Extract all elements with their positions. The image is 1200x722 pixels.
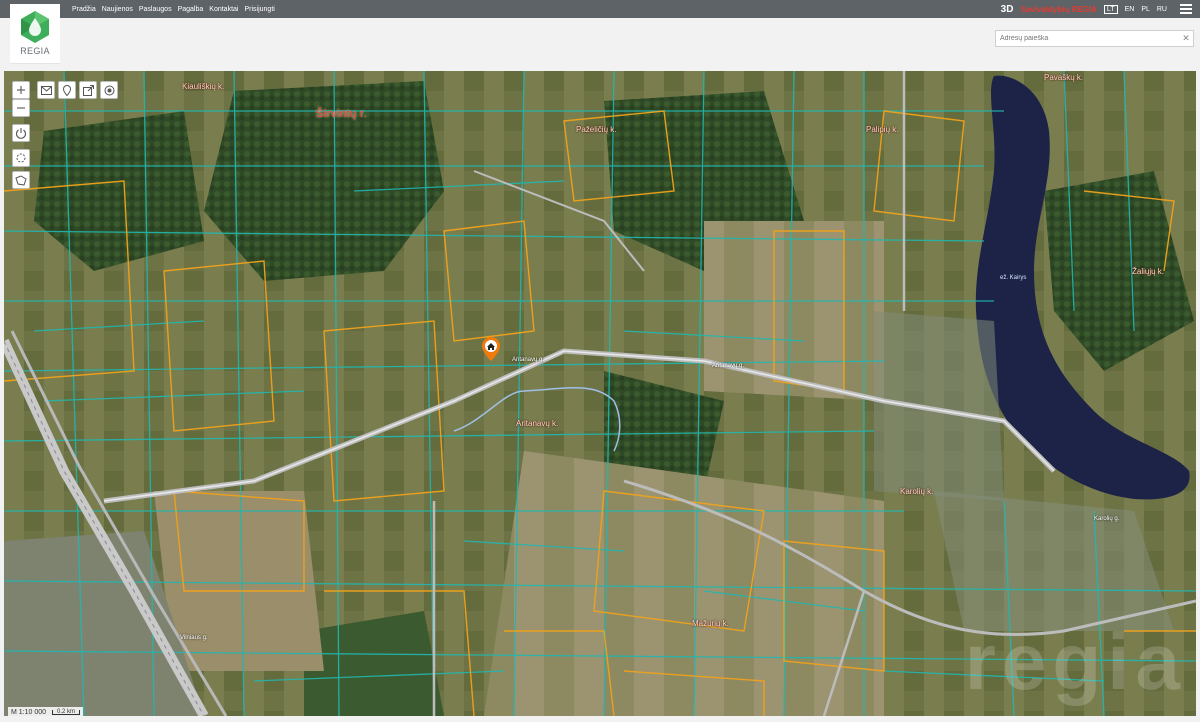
label-paliciu: Palipių k. [866,125,899,134]
nav-help[interactable]: Pagalba [178,6,204,13]
nav-news[interactable]: Naujienos [102,6,133,13]
scale-ratio: M 1:10 000 [11,708,47,716]
label-aritanavu: Aritanavų k. [516,419,559,428]
address-search[interactable]: ✕ [995,30,1194,47]
nav-home[interactable]: Pradžia [72,6,96,13]
lang-en[interactable]: EN [1125,6,1135,13]
label-pavasku: Pavaškų k. [1044,73,1084,82]
power-button[interactable] [12,124,30,142]
email-button[interactable] [37,81,55,99]
main-nav: Pradžia Naujienos Paslaugos Pagalba Kont… [72,0,275,18]
polygon-icon [15,174,27,186]
nav-login[interactable]: Prisijungti [244,6,274,13]
minus-icon [17,107,25,109]
share-button[interactable] [79,81,97,99]
zoom-in-button[interactable] [12,81,30,99]
regia-logo[interactable]: REGIA [10,4,60,64]
crosshair-icon [16,153,26,163]
external-link-icon [82,84,94,96]
close-icon[interactable]: ✕ [1179,33,1193,44]
nav-contacts[interactable]: Kontaktai [209,6,238,13]
lang-lt[interactable]: LT [1103,4,1118,14]
menu-icon[interactable] [1180,4,1192,14]
scale-bar: 0.2 km [52,709,81,715]
label-karolu: Karolių k. [900,487,934,496]
locate-button[interactable] [100,81,118,99]
measure-button[interactable] [12,149,30,167]
home-location-pin-icon[interactable] [482,337,500,361]
top-bar: Pradžia Naujienos Paslaugos Pagalba Kont… [0,0,1200,18]
nav-services[interactable]: Paslaugos [139,6,172,13]
label-kiaulickiu: Kiauliškių k. [182,82,225,91]
lang-ru[interactable]: RU [1157,6,1167,13]
road-label-1: Aritanavų g. [512,357,545,363]
regia-logo-icon [21,11,49,43]
power-icon [16,128,26,139]
label-lake: ež. Kairys [1000,275,1027,281]
regia-watermark: regia [964,617,1186,706]
address-search-input[interactable] [996,35,1179,42]
label-zaliu: Žaliųjų k. [1132,267,1165,276]
map-canvas[interactable]: Širvintų r. Kiauliškių k. Paželičių k. P… [4,71,1196,716]
envelope-icon [40,85,52,95]
label-pazeliku: Paželičių k. [576,125,617,134]
road-label-4: Vilniaus g. [180,635,208,641]
3d-button[interactable]: 3D [1001,4,1014,15]
logo-text: REGIA [20,46,50,56]
plus-icon [17,86,25,94]
map-scale: M 1:10 000 0.2 km [8,707,84,716]
draw-polygon-button[interactable] [12,171,30,189]
label-sirvintu: Širvintų r. [316,108,368,120]
road-label-2: Aritanavų g. [712,363,745,369]
target-icon [104,85,114,95]
brand-title: Savivaldybių REGIA [1020,4,1097,14]
road-label-3: Karolių g. [1094,516,1120,522]
header-right: 3D Savivaldybių REGIA LT EN PL RU [1001,0,1192,18]
map-marker-icon [63,84,71,96]
label-mazuriu: Mažurių k. [692,619,729,628]
zoom-out-button[interactable] [12,99,30,117]
lang-pl[interactable]: PL [1141,6,1150,13]
marker-button[interactable] [58,81,76,99]
